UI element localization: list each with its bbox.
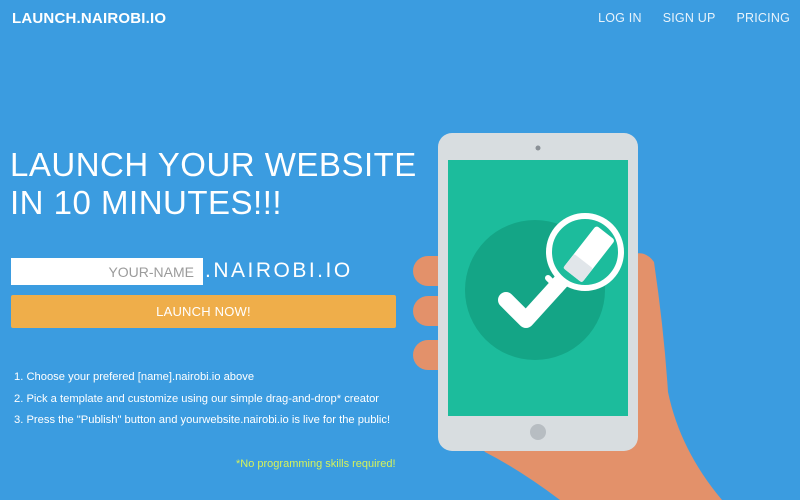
tablet-icon [438,133,638,451]
hand-holding-tablet-illustration [413,133,722,500]
magnifier-icon [545,213,624,293]
